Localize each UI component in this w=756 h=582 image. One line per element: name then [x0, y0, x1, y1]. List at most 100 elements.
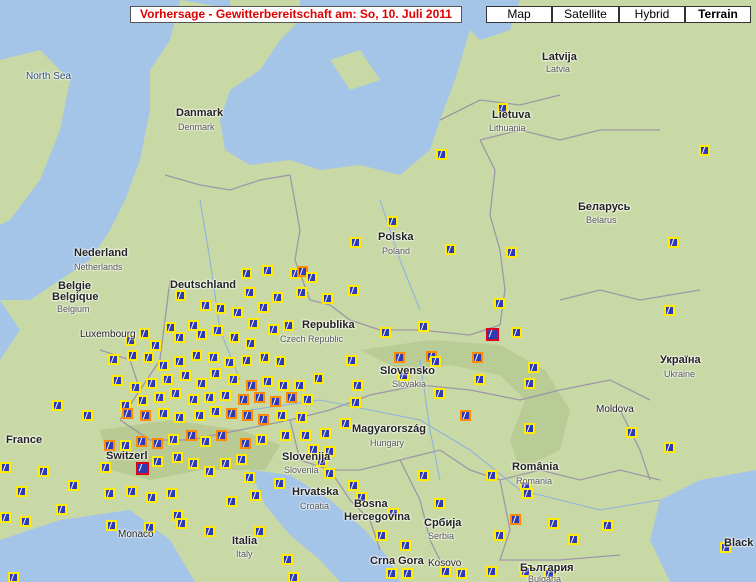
storm-marker-low[interactable] [38, 466, 49, 477]
storm-marker-low[interactable] [386, 568, 397, 579]
storm-marker-low[interactable] [188, 394, 199, 405]
storm-marker-low[interactable] [146, 378, 157, 389]
storm-marker-low[interactable] [300, 430, 311, 441]
storm-marker-low[interactable] [104, 488, 115, 499]
storm-marker-low[interactable] [196, 329, 207, 340]
storm-marker-medium[interactable] [122, 408, 133, 419]
storm-marker-low[interactable] [280, 430, 291, 441]
storm-marker-low[interactable] [232, 307, 243, 318]
storm-marker-low[interactable] [200, 300, 211, 311]
storm-marker-low[interactable] [168, 434, 179, 445]
storm-marker-medium[interactable] [286, 392, 297, 403]
storm-marker-medium[interactable] [240, 438, 251, 449]
storm-marker-low[interactable] [68, 480, 79, 491]
storm-marker-low[interactable] [174, 412, 185, 423]
storm-marker-low[interactable] [380, 327, 391, 338]
storm-marker-low[interactable] [346, 355, 357, 366]
storm-marker-low[interactable] [241, 268, 252, 279]
storm-marker-low[interactable] [418, 470, 429, 481]
storm-marker-low[interactable] [210, 406, 221, 417]
storm-marker-low[interactable] [204, 392, 215, 403]
storm-marker-low[interactable] [56, 504, 67, 515]
storm-marker-low[interactable] [0, 462, 11, 473]
storm-marker-medium[interactable] [136, 436, 147, 447]
storm-marker-low[interactable] [106, 520, 117, 531]
storm-marker-medium[interactable] [246, 380, 257, 391]
storm-marker-low[interactable] [436, 149, 447, 160]
storm-marker-low[interactable] [191, 350, 202, 361]
storm-marker-low[interactable] [108, 354, 119, 365]
storm-marker-low[interactable] [324, 468, 335, 479]
storm-marker-low[interactable] [194, 410, 205, 421]
storm-marker-low[interactable] [208, 352, 219, 363]
storm-marker-low[interactable] [282, 554, 293, 565]
storm-marker-low[interactable] [294, 380, 305, 391]
storm-marker-low[interactable] [350, 397, 361, 408]
storm-marker-low[interactable] [602, 520, 613, 531]
storm-marker-medium[interactable] [472, 352, 483, 363]
storm-marker-low[interactable] [626, 427, 637, 438]
storm-marker-low[interactable] [158, 360, 169, 371]
storm-marker-low[interactable] [248, 318, 259, 329]
storm-marker-low[interactable] [137, 395, 148, 406]
storm-marker-medium[interactable] [242, 410, 253, 421]
storm-marker-low[interactable] [152, 456, 163, 467]
storm-marker-medium[interactable] [394, 352, 405, 363]
map-type-terrain-button[interactable]: Terrain [685, 6, 751, 23]
storm-marker-low[interactable] [146, 492, 157, 503]
map-type-hybrid-button[interactable]: Hybrid [619, 6, 685, 23]
storm-marker-low[interactable] [162, 374, 173, 385]
storm-marker-low[interactable] [174, 332, 185, 343]
storm-marker-medium[interactable] [216, 430, 227, 441]
storm-marker-low[interactable] [296, 412, 307, 423]
storm-marker-low[interactable] [288, 572, 299, 582]
storm-marker-low[interactable] [244, 287, 255, 298]
storm-marker-medium[interactable] [270, 396, 281, 407]
storm-marker-low[interactable] [100, 462, 111, 473]
storm-marker-low[interactable] [283, 320, 294, 331]
storm-marker-low[interactable] [220, 458, 231, 469]
storm-marker-low[interactable] [352, 380, 363, 391]
storm-marker-low[interactable] [302, 394, 313, 405]
storm-marker-low[interactable] [524, 423, 535, 434]
storm-marker-low[interactable] [82, 410, 93, 421]
storm-marker-low[interactable] [170, 388, 181, 399]
storm-marker-low[interactable] [180, 370, 191, 381]
storm-marker-medium[interactable] [186, 430, 197, 441]
storm-marker-medium[interactable] [460, 410, 471, 421]
storm-marker-low[interactable] [664, 442, 675, 453]
storm-marker-low[interactable] [340, 418, 351, 429]
map-canvas[interactable]: North Sea Danmark Denmark Latvija Latvia… [0, 0, 756, 582]
storm-marker-low[interactable] [274, 478, 285, 489]
storm-marker-low[interactable] [268, 324, 279, 335]
storm-marker-low[interactable] [306, 272, 317, 283]
storm-marker-medium[interactable] [226, 408, 237, 419]
storm-marker-low[interactable] [8, 572, 19, 582]
storm-marker-low[interactable] [418, 321, 429, 332]
storm-marker-low[interactable] [494, 530, 505, 541]
storm-marker-low[interactable] [474, 374, 485, 385]
storm-marker-low[interactable] [166, 488, 177, 499]
storm-marker-low[interactable] [486, 566, 497, 577]
storm-marker-low[interactable] [158, 408, 169, 419]
storm-marker-low[interactable] [226, 496, 237, 507]
storm-marker-low[interactable] [200, 436, 211, 447]
storm-marker-low[interactable] [434, 388, 445, 399]
storm-marker-low[interactable] [139, 328, 150, 339]
storm-marker-low[interactable] [16, 486, 27, 497]
storm-marker-low[interactable] [250, 490, 261, 501]
storm-marker-low[interactable] [210, 368, 221, 379]
storm-marker-low[interactable] [400, 540, 411, 551]
storm-marker-low[interactable] [188, 458, 199, 469]
storm-marker-low[interactable] [143, 352, 154, 363]
storm-marker-low[interactable] [256, 434, 267, 445]
storm-marker-low[interactable] [320, 428, 331, 439]
storm-marker-low[interactable] [150, 340, 161, 351]
storm-marker-low[interactable] [196, 378, 207, 389]
storm-marker-medium[interactable] [510, 514, 521, 525]
storm-marker-low[interactable] [387, 216, 398, 227]
storm-marker-low[interactable] [112, 375, 123, 386]
storm-marker-low[interactable] [511, 327, 522, 338]
storm-marker-low[interactable] [0, 512, 11, 523]
storm-marker-low[interactable] [272, 292, 283, 303]
